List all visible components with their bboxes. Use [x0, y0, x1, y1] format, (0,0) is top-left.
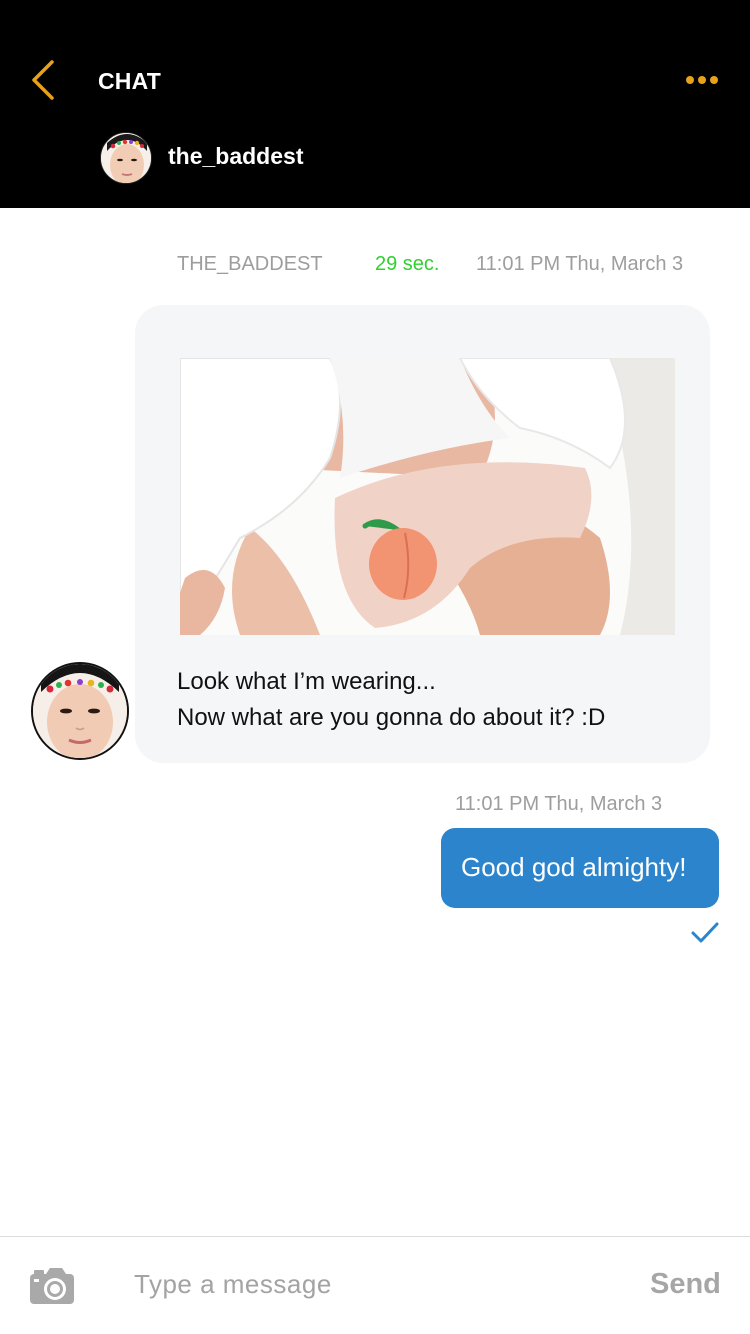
chat-header: CHAT the_baddest — [0, 0, 750, 208]
contact-avatar[interactable] — [100, 132, 152, 184]
sent-message-text: Good god almighty! — [461, 852, 687, 882]
received-message-text: Look what I’m wearing... Now what are yo… — [177, 664, 697, 736]
page-title: CHAT — [98, 68, 161, 94]
checkmark-icon — [691, 922, 719, 943]
message-line-2: Now what are you gonna do about it? :D — [177, 704, 606, 731]
camera-button[interactable] — [28, 1266, 76, 1306]
chevron-left-icon — [32, 60, 54, 100]
message-timer: 29 sec. — [375, 253, 440, 275]
ellipsis-icon — [686, 76, 718, 84]
message-timestamp: 11:01 PM Thu, March 3 — [476, 253, 684, 275]
sent-message-timestamp: 11:01 PM Thu, March 3 — [455, 793, 663, 815]
avatar-face-image — [33, 664, 127, 758]
message-line-1: Look what I’m wearing... — [177, 668, 436, 695]
sender-name: THE_BADDEST — [177, 253, 323, 275]
back-button[interactable] — [26, 58, 66, 102]
send-button[interactable]: Send — [650, 1268, 721, 1301]
photo-image — [180, 358, 675, 635]
message-photo[interactable] — [180, 358, 675, 635]
avatar-face-image — [101, 133, 151, 183]
more-options-button[interactable] — [684, 68, 724, 92]
chat-screen: CHAT the_baddest THE_BADDEST 29 sec. 11:… — [0, 0, 750, 1334]
sent-message-bubble[interactable]: Good god almighty! — [441, 828, 719, 908]
sender-avatar[interactable] — [31, 662, 129, 760]
contact-username[interactable]: the_baddest — [168, 143, 303, 170]
composer-divider — [0, 1236, 750, 1237]
camera-icon — [30, 1268, 74, 1304]
message-input[interactable] — [134, 1262, 604, 1306]
